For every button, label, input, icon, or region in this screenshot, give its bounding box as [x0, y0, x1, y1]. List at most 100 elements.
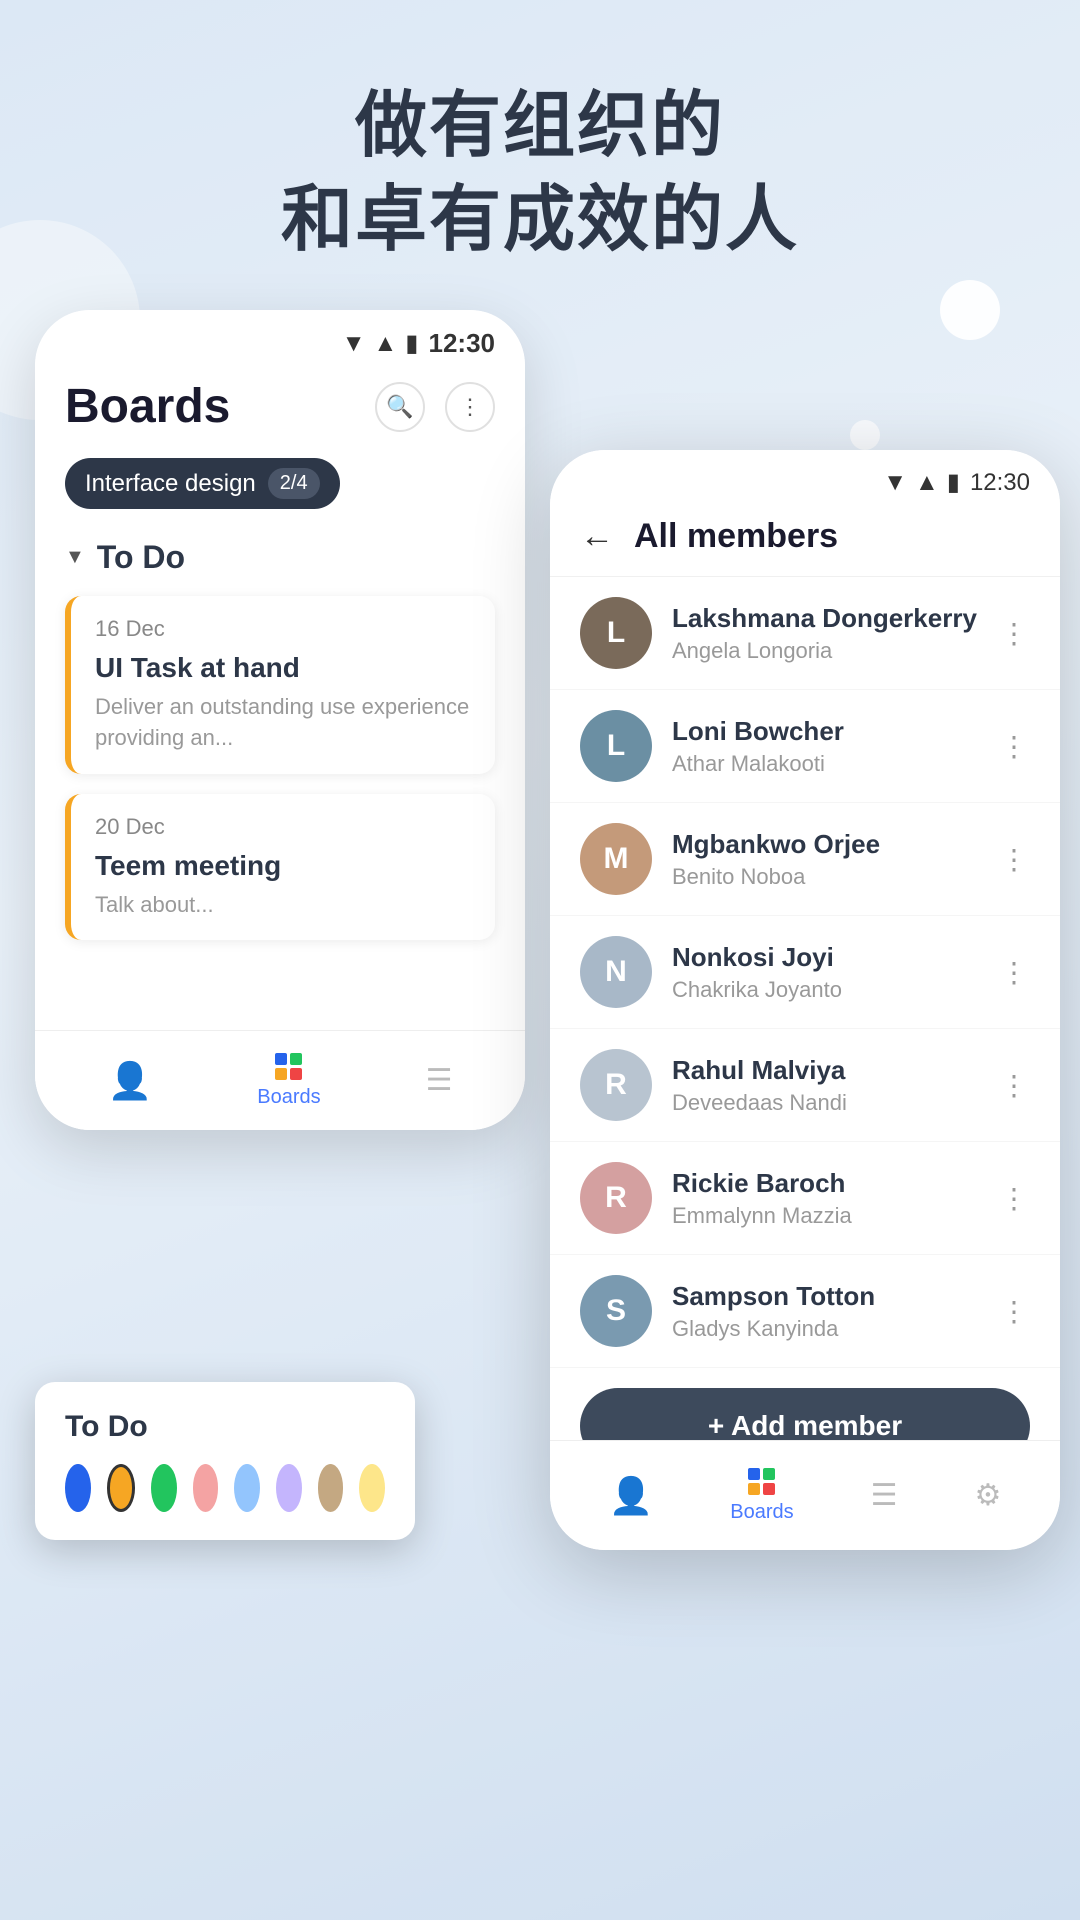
battery-icon: ▮ — [405, 329, 418, 358]
bg-decoration-3 — [850, 420, 880, 450]
nav-profile-right[interactable]: 👤 — [608, 1475, 653, 1517]
all-members-header: ← All members — [550, 507, 1060, 577]
member-avatar-5: R — [580, 1049, 652, 1121]
color-picker-popup: To Do — [35, 1382, 415, 1540]
member-info-5: Rahul Malviya Deveedaas Nandi — [672, 1055, 980, 1116]
filter-label: Interface design — [85, 470, 256, 498]
member-sub-2: Athar Malakooti — [672, 751, 980, 777]
member-item-7[interactable]: S Sampson Totton Gladys Kanyinda ⋮ — [550, 1255, 1060, 1368]
task-desc-2: Talk about... — [95, 890, 475, 921]
bg-decoration-2 — [940, 280, 1000, 340]
nav-boards-label-right: Boards — [730, 1501, 793, 1524]
member-menu-2[interactable]: ⋮ — [1000, 730, 1030, 763]
color-dot-pink[interactable] — [193, 1464, 219, 1512]
search-button[interactable]: 🔍 — [375, 382, 425, 432]
member-avatar-1: L — [580, 597, 652, 669]
header-action-icons: 🔍 ⋮ — [375, 382, 495, 432]
member-avatar-7: S — [580, 1275, 652, 1347]
bottom-nav-left: 👤 Boards ☰ — [35, 1030, 525, 1130]
member-avatar-4: N — [580, 936, 652, 1008]
heading-line1: 做有组织的 — [355, 86, 725, 166]
member-avatar-6: R — [580, 1162, 652, 1234]
member-menu-6[interactable]: ⋮ — [1000, 1182, 1030, 1215]
section-title: To Do — [97, 539, 185, 576]
filter-chip[interactable]: Interface design 2/4 — [65, 458, 340, 509]
member-sub-1: Angela Longoria — [672, 638, 980, 664]
nav-settings-right[interactable]: ⚙ — [975, 1478, 1002, 1513]
member-menu-4[interactable]: ⋮ — [1000, 956, 1030, 989]
color-dot-lightblue[interactable] — [234, 1464, 260, 1512]
color-dot-green[interactable] — [151, 1464, 177, 1512]
member-item-2[interactable]: L Loni Bowcher Athar Malakooti ⋮ — [550, 690, 1060, 803]
member-info-2: Loni Bowcher Athar Malakooti — [672, 716, 980, 777]
phone-right-mockup: ▼ ▲ ▮ 12:30 ← All members L Lakshmana Do… — [550, 450, 1060, 1550]
task-date-1: 16 Dec — [95, 616, 475, 642]
member-item-3[interactable]: M Mgbankwo Orjee Benito Noboa ⋮ — [550, 803, 1060, 916]
member-menu-5[interactable]: ⋮ — [1000, 1069, 1030, 1102]
member-sub-7: Gladys Kanyinda — [672, 1316, 980, 1342]
nav-boards-label-left: Boards — [257, 1086, 320, 1109]
status-bar-right: ▼ ▲ ▮ 12:30 — [550, 450, 1060, 507]
profile-icon-right: 👤 — [608, 1475, 653, 1517]
color-dots-container — [65, 1464, 385, 1512]
section-header-todo: ▼ To Do — [65, 539, 495, 576]
member-menu-3[interactable]: ⋮ — [1000, 843, 1030, 876]
task-date-2: 20 Dec — [95, 814, 475, 840]
profile-icon: 👤 — [107, 1060, 152, 1102]
color-dot-orange[interactable] — [107, 1464, 135, 1512]
member-info-1: Lakshmana Dongerkerry Angela Longoria — [672, 603, 980, 664]
boards-title-left: Boards — [65, 379, 230, 434]
battery-icon-right: ▮ — [947, 468, 960, 497]
chevron-down-icon: ▼ — [65, 546, 85, 569]
member-name-7: Sampson Totton — [672, 1281, 980, 1312]
boards-logo-icon — [275, 1053, 302, 1080]
status-icons-left: ▼ ▲ ▮ — [342, 329, 419, 358]
wifi-icon: ▼ — [342, 330, 366, 358]
member-item-1[interactable]: L Lakshmana Dongerkerry Angela Longoria … — [550, 577, 1060, 690]
member-menu-7[interactable]: ⋮ — [1000, 1295, 1030, 1328]
filter-icon-right: ☰ — [871, 1478, 898, 1513]
member-sub-6: Emmalynn Mazzia — [672, 1203, 980, 1229]
header-section: 做有组织的 和卓有成效的人 — [0, 80, 1080, 267]
color-dot-purple[interactable] — [276, 1464, 302, 1512]
member-info-4: Nonkosi Joyi Chakrika Joyanto — [672, 942, 980, 1003]
member-sub-4: Chakrika Joyanto — [672, 977, 980, 1003]
filter-badge: 2/4 — [268, 468, 320, 499]
member-item-5[interactable]: R Rahul Malviya Deveedaas Nandi ⋮ — [550, 1029, 1060, 1142]
nav-boards-left[interactable]: Boards — [257, 1053, 320, 1109]
more-button[interactable]: ⋮ — [445, 382, 495, 432]
nav-extra-left[interactable]: ☰ — [426, 1063, 453, 1098]
menu-icon: ☰ — [426, 1063, 453, 1098]
heading-line2: 和卓有成效的人 — [281, 180, 799, 260]
bottom-nav-right: 👤 Boards ☰ ⚙ — [550, 1440, 1060, 1550]
nav-profile-left[interactable]: 👤 — [107, 1060, 152, 1102]
nav-filter-right[interactable]: ☰ — [871, 1478, 898, 1513]
member-sub-3: Benito Noboa — [672, 864, 980, 890]
wifi-icon-right: ▼ — [883, 469, 907, 497]
member-menu-1[interactable]: ⋮ — [1000, 617, 1030, 650]
member-name-4: Nonkosi Joyi — [672, 942, 980, 973]
member-info-7: Sampson Totton Gladys Kanyinda — [672, 1281, 980, 1342]
task-desc-1: Deliver an outstanding use experience pr… — [95, 692, 475, 754]
member-name-2: Loni Bowcher — [672, 716, 980, 747]
task-card-1[interactable]: 16 Dec UI Task at hand Deliver an outsta… — [65, 596, 495, 774]
member-name-5: Rahul Malviya — [672, 1055, 980, 1086]
nav-boards-right[interactable]: Boards — [730, 1468, 793, 1524]
member-list: L Lakshmana Dongerkerry Angela Longoria … — [550, 577, 1060, 1368]
member-name-6: Rickie Baroch — [672, 1168, 980, 1199]
member-info-6: Rickie Baroch Emmalynn Mazzia — [672, 1168, 980, 1229]
member-item-4[interactable]: N Nonkosi Joyi Chakrika Joyanto ⋮ — [550, 916, 1060, 1029]
phone-left-mockup: ▼ ▲ ▮ 12:30 Boards 🔍 ⋮ Interface design … — [35, 310, 525, 1130]
gear-icon-right: ⚙ — [975, 1478, 1002, 1513]
task-title-2: Teem meeting — [95, 850, 475, 882]
member-item-6[interactable]: R Rickie Baroch Emmalynn Mazzia ⋮ — [550, 1142, 1060, 1255]
status-icons-right: ▼ ▲ ▮ — [883, 468, 960, 497]
task-card-2[interactable]: 20 Dec Teem meeting Talk about... — [65, 794, 495, 941]
back-button[interactable]: ← — [580, 517, 614, 556]
member-sub-5: Deveedaas Nandi — [672, 1090, 980, 1116]
task-title-1: UI Task at hand — [95, 652, 475, 684]
color-dot-blue[interactable] — [65, 1464, 91, 1512]
color-dot-yellow[interactable] — [359, 1464, 385, 1512]
color-dot-tan[interactable] — [318, 1464, 344, 1512]
left-phone-header: Boards 🔍 ⋮ — [65, 379, 495, 434]
